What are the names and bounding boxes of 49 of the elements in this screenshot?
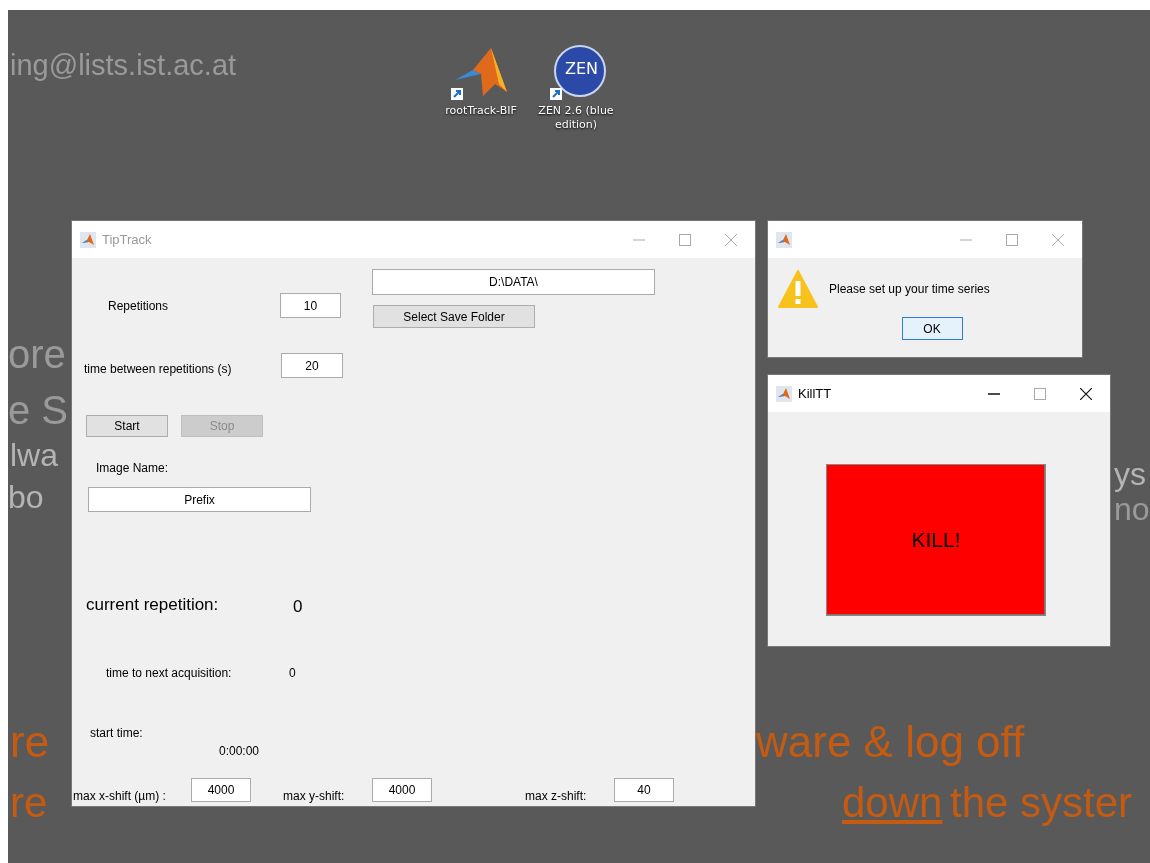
wallpaper-text: ware & log off bbox=[756, 718, 1025, 767]
maximize-icon[interactable] bbox=[679, 233, 691, 246]
icon-badge-text: ZEN bbox=[565, 59, 599, 78]
field-label: Image Name: bbox=[96, 461, 169, 475]
interval-field[interactable]: 20 bbox=[281, 353, 343, 378]
dialog-message: Please set up your time series bbox=[829, 282, 990, 296]
wallpaper-text: ore bbox=[8, 332, 66, 376]
field-label: max y-shift: bbox=[283, 789, 345, 803]
field-label: max x-shift (µm) : bbox=[73, 789, 166, 803]
repetitions-field[interactable]: 10 bbox=[280, 293, 341, 318]
field-label: Repetitions bbox=[108, 299, 169, 313]
field-label: time to next acquisition: bbox=[106, 666, 232, 680]
peak-logo-icon bbox=[80, 231, 96, 248]
folder-path-field[interactable]: D:\DATA\ bbox=[372, 269, 655, 295]
shift-field[interactable]: 40 bbox=[614, 778, 674, 802]
shift-field[interactable]: 4000 bbox=[191, 778, 251, 802]
select-folder-button[interactable]: Select Save Folder bbox=[373, 305, 535, 328]
ok-button[interactable]: OK bbox=[901, 317, 963, 340]
wallpaper-text: the syster bbox=[950, 780, 1133, 827]
warning-icon bbox=[778, 270, 818, 308]
repetition-label: current repetition: bbox=[86, 595, 219, 615]
field-label: time between repetitions (s) bbox=[84, 362, 232, 376]
maximize-icon[interactable] bbox=[1006, 233, 1018, 246]
close-icon[interactable] bbox=[1080, 387, 1092, 400]
action-button[interactable]: Start bbox=[86, 415, 168, 437]
wallpaper-text: e S bbox=[8, 388, 69, 432]
countdown-value: 0 bbox=[289, 666, 296, 680]
wallpaper-text: lwa bbox=[10, 438, 58, 474]
wallpaper-text: no bbox=[1114, 492, 1150, 528]
window-title: TipTrack bbox=[102, 232, 152, 247]
wallpaper-text: bo bbox=[8, 480, 44, 516]
maximize-icon[interactable] bbox=[1034, 387, 1046, 400]
wallpaper-text: ys bbox=[1114, 457, 1146, 493]
field-label: start time: bbox=[90, 726, 143, 740]
peak-logo-icon bbox=[776, 231, 792, 248]
peak-logo-icon bbox=[776, 385, 792, 402]
shift-field[interactable]: 4000 bbox=[372, 778, 432, 802]
kill-button[interactable]: KILL! bbox=[826, 464, 1046, 616]
wallpaper-text: ing@lists.ist.ac.at bbox=[10, 50, 237, 82]
image-name-field[interactable]: Prefix bbox=[88, 487, 311, 512]
start-time-value: 0:00:00 bbox=[219, 744, 260, 758]
desktop-icon-label[interactable]: rootTrack-BIF bbox=[445, 104, 517, 119]
window-title: KillTT bbox=[798, 386, 832, 401]
desktop-icon-label[interactable]: ZEN 2.6 (blue edition) bbox=[531, 104, 621, 133]
wallpaper-text: down bbox=[842, 780, 943, 827]
repetition-count: 0 bbox=[293, 597, 303, 617]
field-label: max z-shift: bbox=[525, 789, 587, 803]
wallpaper-text: re bbox=[10, 718, 50, 767]
wallpaper-text: re bbox=[10, 780, 48, 827]
